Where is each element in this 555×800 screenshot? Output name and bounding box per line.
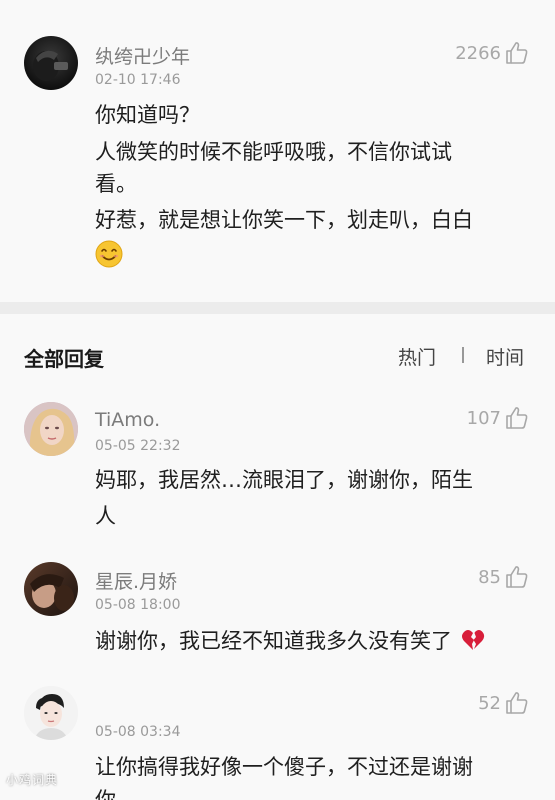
featured-timestamp: 02-10 17:46 bbox=[95, 72, 181, 88]
reply-1-timestamp: 05-05 22:32 bbox=[95, 438, 181, 454]
smile-emoji-icon bbox=[95, 240, 123, 268]
watermark: 小鸡词典 bbox=[6, 773, 59, 787]
featured-username[interactable]: 纨绔卍少年 bbox=[95, 42, 190, 69]
comment-page: 纨绔卍少年 02-10 17:46 2266 你知道吗？ 人微笑的时候不能呼吸哦… bbox=[0, 0, 555, 800]
reply-1-like-count: 107 bbox=[466, 407, 501, 429]
reply-3-like-count: 52 bbox=[478, 692, 501, 714]
featured-text-line-3: 看。 bbox=[95, 172, 137, 196]
avatar-featured[interactable] bbox=[24, 36, 78, 90]
sort-tab-hot[interactable]: 热门 bbox=[398, 343, 436, 370]
reply-2-username[interactable]: 星辰.月娇 bbox=[95, 567, 177, 594]
reply-2-text-line-1: 谢谢你，我已经不知道我多久没有笑了 bbox=[95, 627, 485, 655]
featured-text-line-1: 你知道吗？ bbox=[95, 103, 200, 127]
thumbs-up-icon bbox=[506, 692, 528, 714]
featured-text-line-4: 好惹，就是想让你笑一下，划走叭，白白 bbox=[95, 208, 473, 232]
reply-2-timestamp: 05-08 18:00 bbox=[95, 597, 181, 613]
broken-heart-icon bbox=[461, 630, 484, 650]
sort-separator bbox=[462, 347, 464, 363]
sort-tab-time[interactable]: 时间 bbox=[486, 343, 524, 370]
reply-1-text-line-2: 人 bbox=[95, 504, 116, 528]
thumbs-up-icon bbox=[506, 42, 528, 64]
reply-2-like-count: 85 bbox=[478, 566, 501, 588]
thumbs-up-icon bbox=[506, 407, 528, 429]
featured-text-line-2: 人微笑的时候不能呼吸哦，不信你试试 bbox=[95, 140, 452, 164]
reply-3-like-button[interactable]: 52 bbox=[478, 690, 529, 716]
reply-2-like-button[interactable]: 85 bbox=[478, 564, 529, 590]
featured-like-count: 2266 bbox=[455, 42, 501, 64]
reply-1-like-button[interactable]: 107 bbox=[467, 405, 529, 431]
avatar-reply-2[interactable] bbox=[24, 562, 78, 616]
reply-1-username[interactable]: TiAmo. bbox=[95, 409, 160, 431]
featured-like-button[interactable]: 2266 bbox=[455, 40, 529, 66]
reply-2-text: 谢谢你，我已经不知道我多久没有笑了 bbox=[95, 629, 452, 653]
reply-1-text-line-1: 妈耶，我居然…流眼泪了，谢谢你，陌生 bbox=[95, 468, 473, 492]
section-divider bbox=[0, 302, 555, 314]
section-title: 全部回复 bbox=[24, 347, 104, 371]
avatar-reply-1[interactable] bbox=[24, 402, 78, 456]
avatar-reply-3[interactable] bbox=[24, 686, 78, 740]
reply-3-text-line-2: 你 bbox=[95, 788, 116, 800]
reply-3-text-line-1: 让你搞得我好像一个傻子，不过还是谢谢 bbox=[95, 755, 473, 779]
reply-3-timestamp: 05-08 03:34 bbox=[95, 724, 181, 740]
thumbs-up-icon bbox=[506, 566, 528, 588]
